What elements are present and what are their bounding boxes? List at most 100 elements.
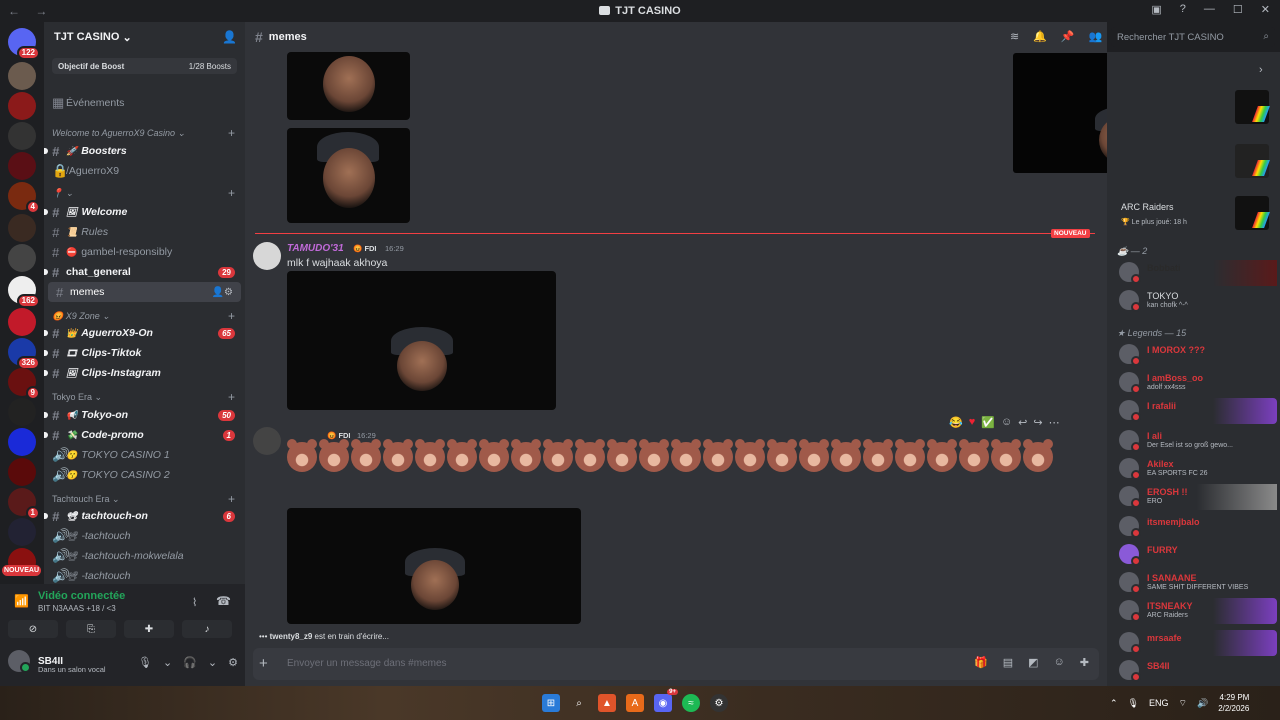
- home-button[interactable]: 122: [8, 28, 40, 60]
- channel-chat-general[interactable]: # chat_general 29: [44, 262, 245, 282]
- server-icon[interactable]: [8, 458, 36, 486]
- category-welcome[interactable]: Welcome to AguerroX9 Casino ⌄ +: [52, 126, 235, 140]
- category-pin[interactable]: 📍 ⌄ +: [52, 186, 235, 200]
- member-item[interactable]: I ali Der Esel ist so groß gewo...: [1117, 428, 1277, 454]
- gif-icon[interactable]: ▤: [1003, 656, 1013, 669]
- guild-header[interactable]: TJT CASINO ⌄ 👤: [44, 22, 245, 52]
- discord-icon[interactable]: ◉ 9+: [654, 689, 678, 712]
- channel-tokyo-on[interactable]: # 📢 Tokyo-on 50: [44, 405, 245, 425]
- member-item[interactable]: ITSNEAKY ARC Raiders: [1117, 598, 1277, 624]
- channel-settings-icon[interactable]: 👤⚙: [212, 287, 233, 298]
- category-tachtouch[interactable]: Tachtouch Era ⌄ +: [52, 492, 235, 506]
- headphones-icon[interactable]: 🎧: [183, 656, 197, 669]
- meme-image[interactable]: [287, 508, 581, 624]
- emoji-icon[interactable]: ☺: [1054, 656, 1065, 669]
- add-reaction-icon[interactable]: ☺: [1001, 416, 1012, 429]
- member-item[interactable]: I SANAANE SAME SHIT DIFFERENT VIBES: [1117, 570, 1277, 596]
- channel-tachtouch-on[interactable]: # 📽 tachtouch-on 6: [44, 506, 245, 526]
- add-channel-icon[interactable]: +: [228, 309, 235, 323]
- channel-rules[interactable]: # 📜 Rules: [44, 222, 245, 242]
- apps-icon[interactable]: ✚: [1080, 656, 1089, 669]
- channel-boosters[interactable]: # 🚀 Boosters: [44, 141, 245, 161]
- server-icon[interactable]: [8, 214, 36, 242]
- language-indicator[interactable]: ENG: [1149, 698, 1169, 708]
- server-icon[interactable]: 162: [8, 276, 40, 308]
- server-icon[interactable]: [8, 122, 36, 150]
- channel-aguerro-on[interactable]: # 👑 AguerroX9-On 65: [44, 323, 245, 343]
- search-icon[interactable]: ⌕: [570, 694, 588, 712]
- member-item[interactable]: mrsaafe: [1117, 630, 1277, 656]
- camera-off-button[interactable]: ⊘: [8, 620, 58, 638]
- channel-code-promo[interactable]: # 💸 Code-promo 1: [44, 425, 245, 445]
- voice-tachtouch[interactable]: 🔊 📽 -tachtouch: [44, 526, 245, 546]
- start-icon[interactable]: ⊞: [542, 694, 560, 712]
- category-tokyo[interactable]: Tokyo Era ⌄ +: [52, 390, 235, 404]
- spotify-icon[interactable]: ≈: [682, 694, 700, 712]
- reaction-check-icon[interactable]: ✅: [981, 416, 995, 429]
- avatar[interactable]: [253, 427, 281, 455]
- voice-tokyo-casino-1[interactable]: 🔊 😗 TOKYO CASINO 1: [44, 445, 245, 465]
- avatar[interactable]: [253, 242, 281, 270]
- member-item[interactable]: SB4II: [1117, 658, 1277, 684]
- add-channel-icon[interactable]: +: [228, 492, 235, 506]
- channel-welcome[interactable]: # 🖼 Welcome: [44, 202, 245, 222]
- server-icon[interactable]: [8, 398, 36, 426]
- bell-icon[interactable]: 🔔: [1033, 30, 1047, 43]
- server-icon[interactable]: 1: [8, 488, 40, 520]
- add-channel-icon[interactable]: +: [228, 186, 235, 200]
- search-input[interactable]: Rechercher TJT CASINO ⌕: [1111, 27, 1275, 47]
- inbox-icon[interactable]: ▣: [1151, 3, 1161, 16]
- threads-icon[interactable]: ≋: [1010, 30, 1019, 43]
- sticker-icon[interactable]: ◩: [1028, 656, 1038, 669]
- invite-icon[interactable]: 👤: [222, 30, 237, 44]
- server-icon[interactable]: [8, 308, 36, 336]
- reaction-heart-icon[interactable]: ♥: [969, 416, 976, 429]
- voice-tachtouch-mokwelala[interactable]: 🔊 📽 -tachtouch-mokwelala: [44, 546, 245, 566]
- chevron-down-icon[interactable]: ⌄: [208, 656, 217, 669]
- channel-clips-instagram[interactable]: # 🖼 Clips-Instagram: [44, 363, 245, 383]
- message-input[interactable]: Envoyer un message dans #memes: [287, 658, 447, 669]
- add-channel-icon[interactable]: +: [228, 390, 235, 404]
- member-item[interactable]: Bobbati: [1117, 260, 1277, 286]
- pin-icon[interactable]: 📌: [1061, 30, 1075, 43]
- server-icon[interactable]: [8, 428, 36, 456]
- server-icon[interactable]: [8, 62, 36, 90]
- reaction-laugh-icon[interactable]: 😂: [949, 416, 963, 429]
- soundboard-button[interactable]: ♪: [182, 620, 232, 638]
- voice-tachtouch-2[interactable]: 🔊 📽 -tachtouch: [44, 566, 245, 584]
- channel-memes[interactable]: # memes 👤⚙: [48, 282, 241, 302]
- voice-tokyo-casino-2[interactable]: 🔊 😗 TOKYO CASINO 2: [44, 465, 245, 485]
- wifi-icon[interactable]: ⌔: [1179, 698, 1187, 709]
- member-item[interactable]: Akilex EA SPORTS FC 26: [1117, 456, 1277, 482]
- app-icon[interactable]: A: [626, 694, 644, 712]
- clock[interactable]: 4:29 PM 2/2/2026: [1218, 692, 1249, 714]
- channel-clips-tiktok[interactable]: # 🎞 Clips-Tiktok: [44, 343, 245, 363]
- volume-icon[interactable]: 🔊: [1197, 698, 1208, 709]
- meme-image[interactable]: [287, 52, 410, 120]
- noise-suppression-icon[interactable]: ⌇: [192, 596, 197, 609]
- channel-aguerro[interactable]: 🔒/AguerroX9: [44, 161, 245, 181]
- server-icon[interactable]: [8, 152, 36, 180]
- events-item[interactable]: ▦ Événements: [44, 93, 245, 113]
- steam-icon[interactable]: ⚙: [710, 694, 728, 712]
- message-composer[interactable]: + Envoyer un message dans #memes 🎁 ▤ ◩ ☺…: [253, 648, 1099, 680]
- members-icon[interactable]: 👥: [1089, 30, 1103, 43]
- message-author[interactable]: TAMUDO'31: [287, 243, 344, 254]
- gear-icon[interactable]: ⚙: [228, 656, 238, 669]
- help-icon[interactable]: ?: [1180, 3, 1186, 16]
- reply-icon[interactable]: ↩: [1018, 416, 1027, 429]
- forward-icon[interactable]: ↪: [1033, 416, 1042, 429]
- channel-gambel[interactable]: # ⛔ gambel-responsibly: [44, 242, 245, 262]
- member-item[interactable]: I rafalii: [1117, 398, 1277, 424]
- category-x9zone[interactable]: 😡 X9 Zone ⌄ +: [52, 309, 235, 323]
- member-item[interactable]: TOKYO kan chofk ^-^: [1117, 288, 1277, 314]
- meme-image[interactable]: [287, 128, 410, 223]
- add-channel-icon[interactable]: +: [228, 126, 235, 140]
- chevron-up-icon[interactable]: ⌃: [1110, 698, 1118, 709]
- voice-channel[interactable]: BIT N3AAAS +18 / <3: [38, 604, 116, 613]
- minimize-button[interactable]: —: [1204, 3, 1215, 16]
- disconnect-icon[interactable]: ☎: [216, 594, 231, 608]
- gift-icon[interactable]: 🎁: [974, 656, 988, 669]
- mic-tray-icon[interactable]: 🎙: [1128, 698, 1139, 709]
- chevron-down-icon[interactable]: ⌄: [163, 656, 172, 669]
